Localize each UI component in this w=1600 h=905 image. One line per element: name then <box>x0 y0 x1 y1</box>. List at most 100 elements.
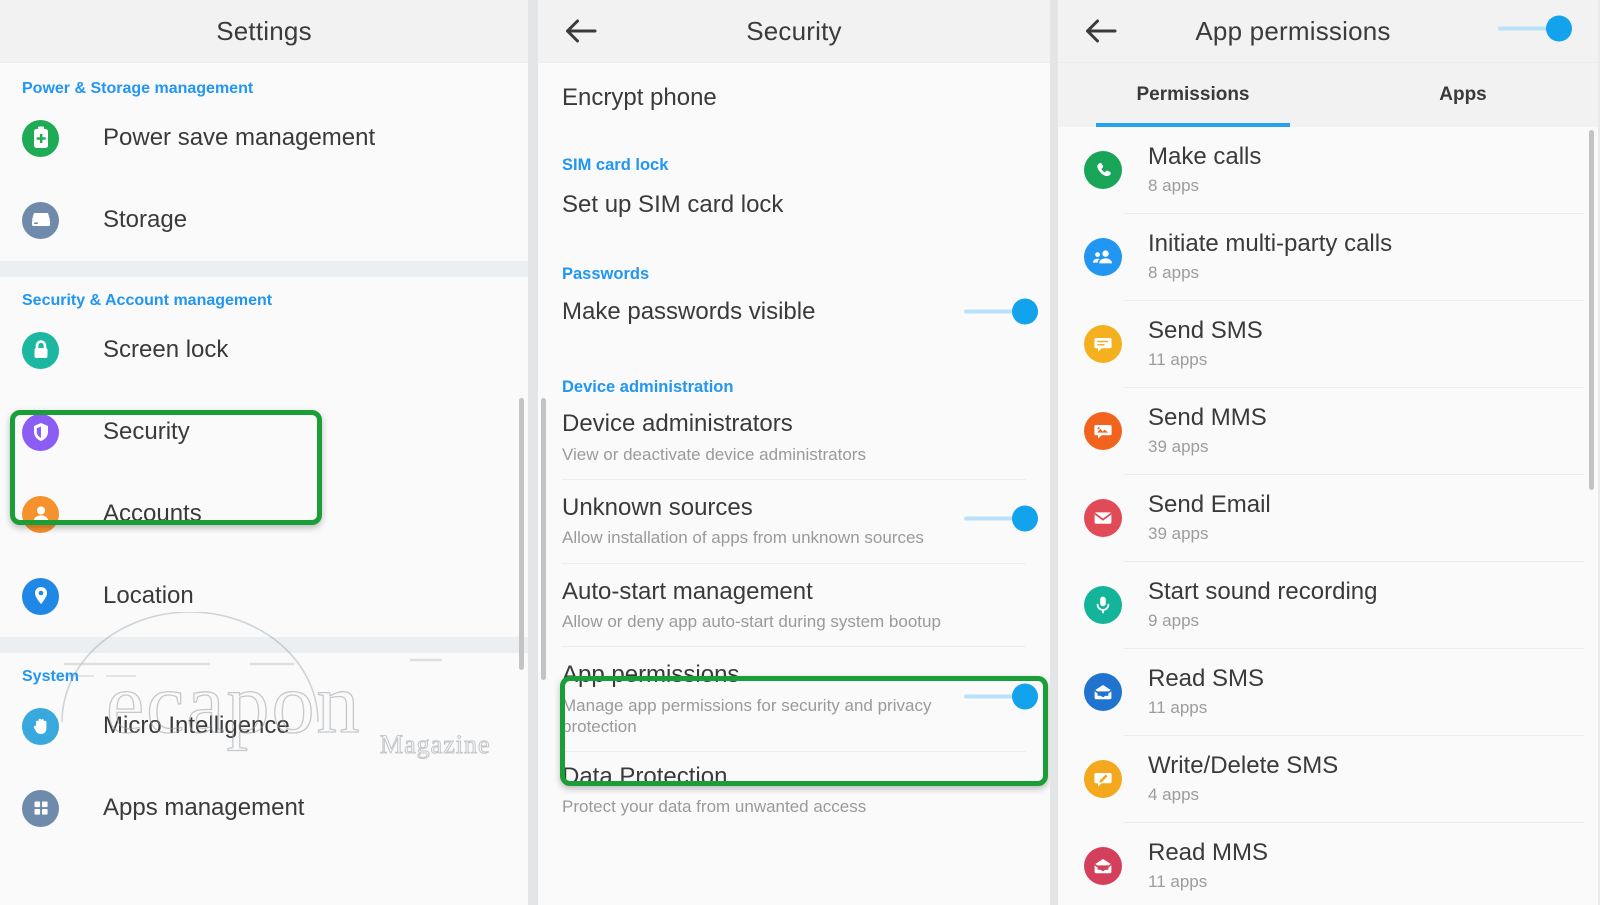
open-envelope-icon <box>1084 673 1122 711</box>
settings-scrollbar[interactable] <box>519 398 524 670</box>
tab-label: Permissions <box>1136 84 1250 105</box>
section-label-sim-card-lock: SIM card lock <box>562 156 669 175</box>
master-permissions-toggle[interactable] <box>1498 15 1572 47</box>
permissions-list: Make calls 8 apps Initiate multi-party c… <box>1058 127 1598 905</box>
section-label-power-storage: Power & Storage management <box>22 80 254 97</box>
image-message-icon <box>1084 412 1122 450</box>
app-permissions-title: App permissions <box>1195 15 1391 46</box>
sidebar-item-micro-intelligence[interactable]: Micro Intelligence <box>0 685 528 767</box>
envelope-icon <box>1084 499 1122 537</box>
hand-icon <box>22 707 59 745</box>
sidebar-item-apps-management[interactable]: Apps management <box>0 767 528 849</box>
list-item-start-sound-recording[interactable]: Start sound recording 9 apps <box>1058 562 1598 648</box>
row-title: Set up SIM card lock <box>562 190 784 218</box>
tab-apps[interactable]: Apps <box>1328 63 1598 127</box>
list-item-send-email[interactable]: Send Email 39 apps <box>1058 475 1598 561</box>
sidebar-item-label: Apps management <box>103 794 305 821</box>
row-encrypt-phone[interactable]: Encrypt phone <box>538 63 1050 127</box>
tab-label: Apps <box>1439 84 1487 105</box>
row-subtitle: Manage app permissions for security and … <box>562 695 932 736</box>
app-permissions-appbar: App permissions <box>1058 0 1598 63</box>
security-appbar: Security <box>538 0 1050 63</box>
permission-name: Read SMS <box>1148 664 1265 692</box>
sidebar-item-location[interactable]: Location <box>0 555 528 637</box>
microphone-icon <box>1084 586 1122 624</box>
list-item-initiate-multi-party-calls[interactable]: Initiate multi-party calls 8 apps <box>1058 214 1598 300</box>
row-title: Encrypt phone <box>562 84 717 111</box>
sidebar-item-power-save-management[interactable]: Power save management <box>0 97 528 179</box>
group-call-icon <box>1084 238 1122 276</box>
row-subtitle: Allow installation of apps from unknown … <box>562 528 924 548</box>
permission-name: Make calls <box>1148 142 1262 170</box>
section-label-passwords: Passwords <box>562 265 650 284</box>
toggle-thumb <box>1546 15 1572 42</box>
row-device-administrators[interactable]: Device administrators View or deactivate… <box>538 395 1050 479</box>
toggle-switch[interactable] <box>964 683 1038 710</box>
row-title: App permissions <box>562 661 740 689</box>
sidebar-item-label: Security <box>103 418 190 445</box>
row-title: Unknown sources <box>562 493 753 521</box>
unknown-sources-toggle[interactable] <box>964 505 1038 537</box>
toggle-thumb <box>1012 505 1038 532</box>
row-data-protection[interactable]: Data Protection Protect your data from u… <box>538 752 1050 832</box>
chat-bubble-icon <box>1084 325 1122 363</box>
row-make-passwords-visible[interactable]: Make passwords visible <box>538 283 1050 345</box>
make-passwords-visible-toggle[interactable] <box>964 298 1038 329</box>
tab-permissions[interactable]: Permissions <box>1058 63 1328 127</box>
list-item-text: Initiate multi-party calls 8 apps <box>1148 229 1393 283</box>
list-item-text: Send MMS 39 apps <box>1148 404 1267 457</box>
section-label-system: System <box>22 668 79 685</box>
permission-name: Initiate multi-party calls <box>1148 229 1393 257</box>
permission-name: Send Email <box>1148 490 1271 518</box>
list-item-text: Read MMS 11 apps <box>1148 839 1268 892</box>
list-item-read-mms[interactable]: Read MMS 11 apps <box>1058 823 1598 905</box>
storage-disk-icon <box>22 201 59 239</box>
sidebar-item-security[interactable]: Security <box>0 391 528 473</box>
sidebar-item-screen-lock[interactable]: Screen lock <box>0 309 528 391</box>
row-auto-start-management[interactable]: Auto-start management Allow or deny app … <box>538 564 1050 647</box>
list-item-text: Write/Delete SMS 4 apps <box>1148 751 1339 805</box>
arrow-left-icon <box>564 18 598 44</box>
toggle-switch[interactable] <box>1498 15 1572 42</box>
permission-name: Send SMS <box>1148 316 1263 344</box>
permission-app-count: 8 apps <box>1148 176 1200 196</box>
list-item-read-sms[interactable]: Read SMS 11 apps <box>1058 649 1598 735</box>
sidebar-item-accounts[interactable]: Accounts <box>0 473 528 555</box>
list-item-send-sms[interactable]: Send SMS 11 apps <box>1058 301 1598 387</box>
security-panel: Security Encrypt phone SIM card lock Set… <box>538 0 1050 905</box>
permission-app-count: 39 apps <box>1148 524 1209 544</box>
back-button[interactable] <box>1070 0 1132 62</box>
row-subtitle: Allow or deny app auto-start during syst… <box>562 611 941 631</box>
toggle-switch[interactable] <box>964 298 1038 325</box>
app-permissions-scrollbar[interactable] <box>1589 130 1594 490</box>
sidebar-item-label: Micro Intelligence <box>103 712 290 739</box>
section-divider-band <box>0 261 528 277</box>
row-app-permissions[interactable]: App permissions Manage app permissions f… <box>538 647 1050 751</box>
arrow-left-icon <box>1084 18 1118 44</box>
section-divider-band-2 <box>0 637 528 653</box>
row-subtitle: View or deactivate device administrators <box>562 444 866 464</box>
app-permissions-panel: App permissions Permissions Apps Make ca… <box>1058 0 1598 905</box>
permission-app-count: 8 apps <box>1148 263 1200 283</box>
row-set-up-sim-card-lock[interactable]: Set up SIM card lock <box>538 174 1050 234</box>
read-mms-icon <box>1084 847 1122 885</box>
list-item-make-calls[interactable]: Make calls 8 apps <box>1058 127 1598 213</box>
security-scrollbar[interactable] <box>541 398 546 680</box>
sidebar-item-label: Storage <box>103 206 188 233</box>
toggle-switch[interactable] <box>964 505 1038 532</box>
back-button[interactable] <box>550 0 612 62</box>
permission-name: Write/Delete SMS <box>1148 751 1339 779</box>
panel-gap-2 <box>1050 0 1058 905</box>
app-permissions-toggle[interactable] <box>964 683 1038 715</box>
phone-icon <box>1084 151 1122 189</box>
row-unknown-sources[interactable]: Unknown sources Allow installation of ap… <box>538 480 1050 563</box>
sidebar-item-label: Power save management <box>103 124 376 151</box>
padlock-icon <box>22 331 59 369</box>
toggle-thumb <box>1012 298 1038 325</box>
tab-bar: Permissions Apps <box>1058 63 1598 127</box>
list-item-write-delete-sms[interactable]: Write/Delete SMS 4 apps <box>1058 736 1598 822</box>
sidebar-item-storage[interactable]: Storage <box>0 179 528 261</box>
settings-title: Settings <box>216 15 312 46</box>
battery-plus-icon <box>22 119 59 157</box>
list-item-send-mms[interactable]: Send MMS 39 apps <box>1058 388 1598 474</box>
